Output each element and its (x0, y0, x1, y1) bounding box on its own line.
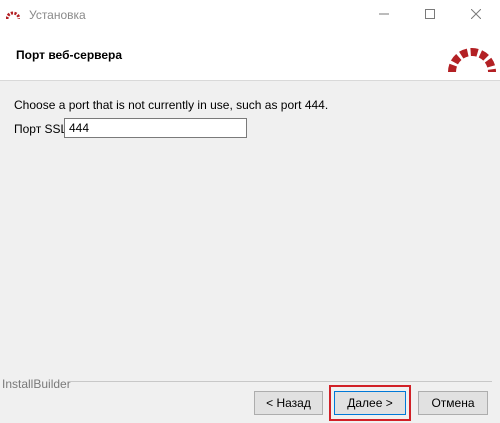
maximize-button[interactable] (407, 0, 453, 30)
page-header: Порт веб-сервера (0, 30, 500, 81)
port-ssl-input[interactable] (64, 118, 247, 138)
window-title: Установка (29, 8, 86, 22)
footer-divider (68, 381, 492, 382)
back-button[interactable]: < Назад (254, 391, 323, 415)
port-ssl-label: Порт SSL (14, 122, 68, 136)
port-description: Choose a port that is not currently in u… (14, 98, 329, 112)
cancel-button[interactable]: Отмена (418, 391, 488, 415)
title-bar: Установка (0, 0, 500, 30)
installbuilder-brand: InstallBuilder (2, 377, 71, 391)
minimize-button[interactable] (361, 0, 407, 30)
minimize-icon (379, 8, 389, 22)
installer-window: Установка Порт веб-сервера Choose a port… (0, 0, 500, 423)
next-button[interactable]: Далее > (334, 391, 406, 415)
page-title: Порт веб-сервера (16, 48, 123, 62)
maximize-icon (425, 8, 435, 22)
close-button[interactable] (453, 0, 499, 30)
redmine-logo-icon (446, 36, 498, 76)
app-logo-icon (5, 8, 21, 20)
close-icon (470, 8, 482, 22)
